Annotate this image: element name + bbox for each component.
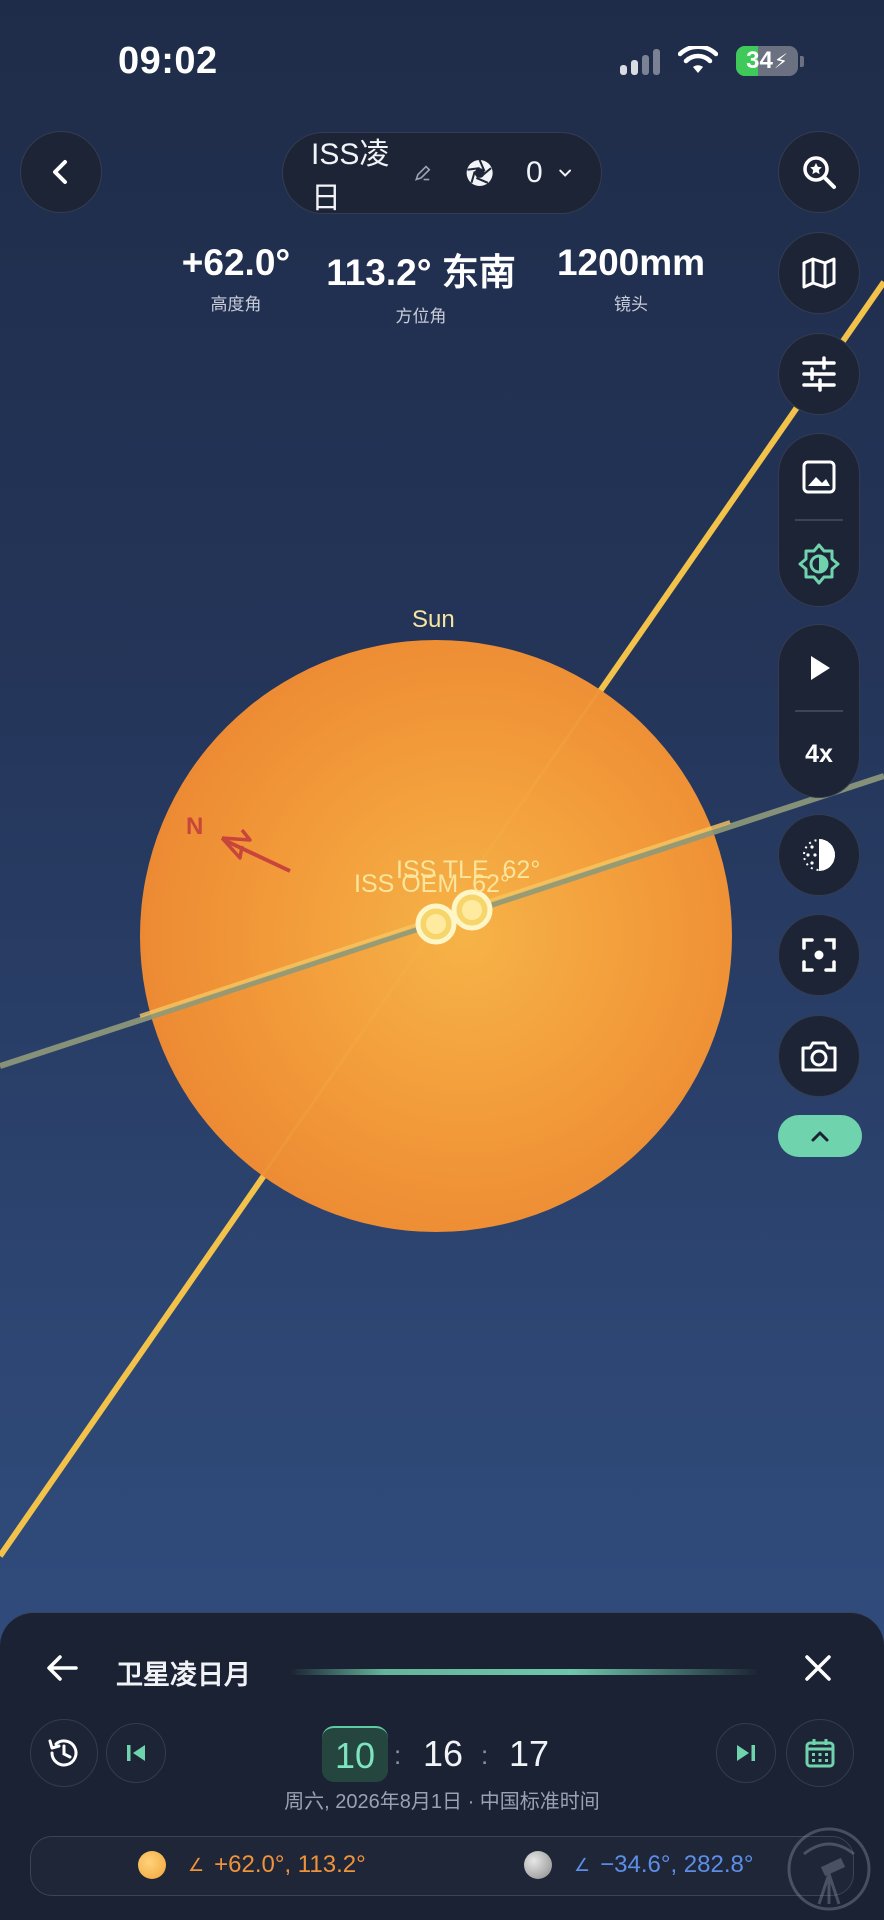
search-object-button[interactable] xyxy=(778,131,860,213)
chevron-up-icon xyxy=(811,1131,829,1142)
map-icon xyxy=(802,257,836,289)
play-button[interactable] xyxy=(778,625,860,710)
calendar-icon xyxy=(805,1739,835,1768)
watermark-logo-icon xyxy=(787,1827,871,1911)
minute-field[interactable]: 16 xyxy=(410,1726,476,1782)
panel-close-button[interactable] xyxy=(800,1650,840,1690)
event-title-pill[interactable]: ISS凌日 0 xyxy=(282,132,602,215)
contrast-icon xyxy=(803,839,835,871)
angle-glyph: ∠ xyxy=(188,1854,205,1875)
moon-icon xyxy=(524,1851,552,1879)
focus-button[interactable] xyxy=(778,914,860,996)
moon-coord-text: −34.6°, 282.8° xyxy=(600,1851,754,1878)
skip-next-button[interactable] xyxy=(716,1723,776,1783)
speed-button[interactable]: 4x xyxy=(778,712,860,797)
iss-oem-label: ISS OEM 62° xyxy=(354,870,510,898)
lens-readout: 1200mm 镜头 xyxy=(546,242,716,315)
panel-title: 卫星凌日月 xyxy=(116,1660,251,1690)
counter-value[interactable]: 0 xyxy=(526,156,543,190)
map-button[interactable] xyxy=(778,232,860,314)
expand-toggle-button[interactable] xyxy=(778,1115,862,1157)
altitude-readout: +62.0° 高度角 xyxy=(166,242,306,315)
calendar-button[interactable] xyxy=(786,1719,854,1787)
moon-coordinate: ∠ −34.6°, 282.8° xyxy=(524,1851,753,1879)
contrast-button[interactable] xyxy=(778,814,860,896)
speed-label: 4x xyxy=(805,740,833,768)
history-icon xyxy=(48,1739,78,1767)
north-label: N xyxy=(186,813,204,840)
focus-frame-icon xyxy=(802,938,836,972)
azimuth-value: 113.2° 东南 xyxy=(326,252,516,293)
date-text: 周六, 2026年8月1日 · 中国标准时间 xyxy=(284,1791,600,1813)
search-star-icon xyxy=(803,156,836,189)
arrow-left-icon xyxy=(47,1655,78,1681)
play-icon xyxy=(811,655,830,680)
image-icon xyxy=(802,460,836,493)
azimuth-readout: 113.2° 东南 方位角 xyxy=(316,242,526,327)
brightness-button[interactable] xyxy=(778,521,860,606)
brightness-icon xyxy=(798,543,840,584)
sliders-icon xyxy=(802,356,836,392)
time-separator: : xyxy=(481,1740,489,1770)
edit-pencil-icon[interactable] xyxy=(413,161,433,185)
sun-icon xyxy=(138,1851,166,1879)
chevron-left-icon xyxy=(53,160,67,184)
skip-previous-button[interactable] xyxy=(106,1723,166,1783)
lens-value: 1200mm xyxy=(556,242,706,283)
history-button[interactable] xyxy=(30,1719,98,1787)
playback-group: 4x xyxy=(778,624,860,798)
event-title: ISS凌日 xyxy=(311,138,390,215)
settings-sliders-button[interactable] xyxy=(778,333,860,415)
chevron-down-icon[interactable] xyxy=(557,163,573,183)
altitude-label: 高度角 xyxy=(210,295,262,314)
close-icon xyxy=(805,1655,831,1681)
aperture-icon[interactable] xyxy=(465,155,494,191)
sun-label: Sun xyxy=(412,606,455,633)
altitude-value: +62.0° xyxy=(181,242,291,283)
angle-glyph: ∠ xyxy=(574,1854,591,1875)
skip-previous-icon xyxy=(127,1745,145,1761)
skip-next-icon xyxy=(737,1745,755,1761)
hour-field[interactable]: 10 xyxy=(322,1726,388,1782)
azimuth-label: 方位角 xyxy=(395,307,447,326)
image-tools-group xyxy=(778,433,860,607)
panel-back-button[interactable] xyxy=(44,1650,84,1690)
panel-divider xyxy=(290,1669,760,1675)
sun-coord-text: +62.0°, 113.2° xyxy=(214,1851,366,1878)
camera-button[interactable] xyxy=(778,1015,860,1097)
sun-coordinate: ∠ +62.0°, 113.2° xyxy=(138,1851,366,1879)
time-separator: : xyxy=(394,1740,402,1770)
image-button[interactable] xyxy=(778,434,860,519)
back-button[interactable] xyxy=(20,131,102,213)
camera-icon xyxy=(801,1041,837,1072)
lens-label: 镜头 xyxy=(614,295,648,314)
second-field[interactable]: 17 xyxy=(496,1726,562,1782)
